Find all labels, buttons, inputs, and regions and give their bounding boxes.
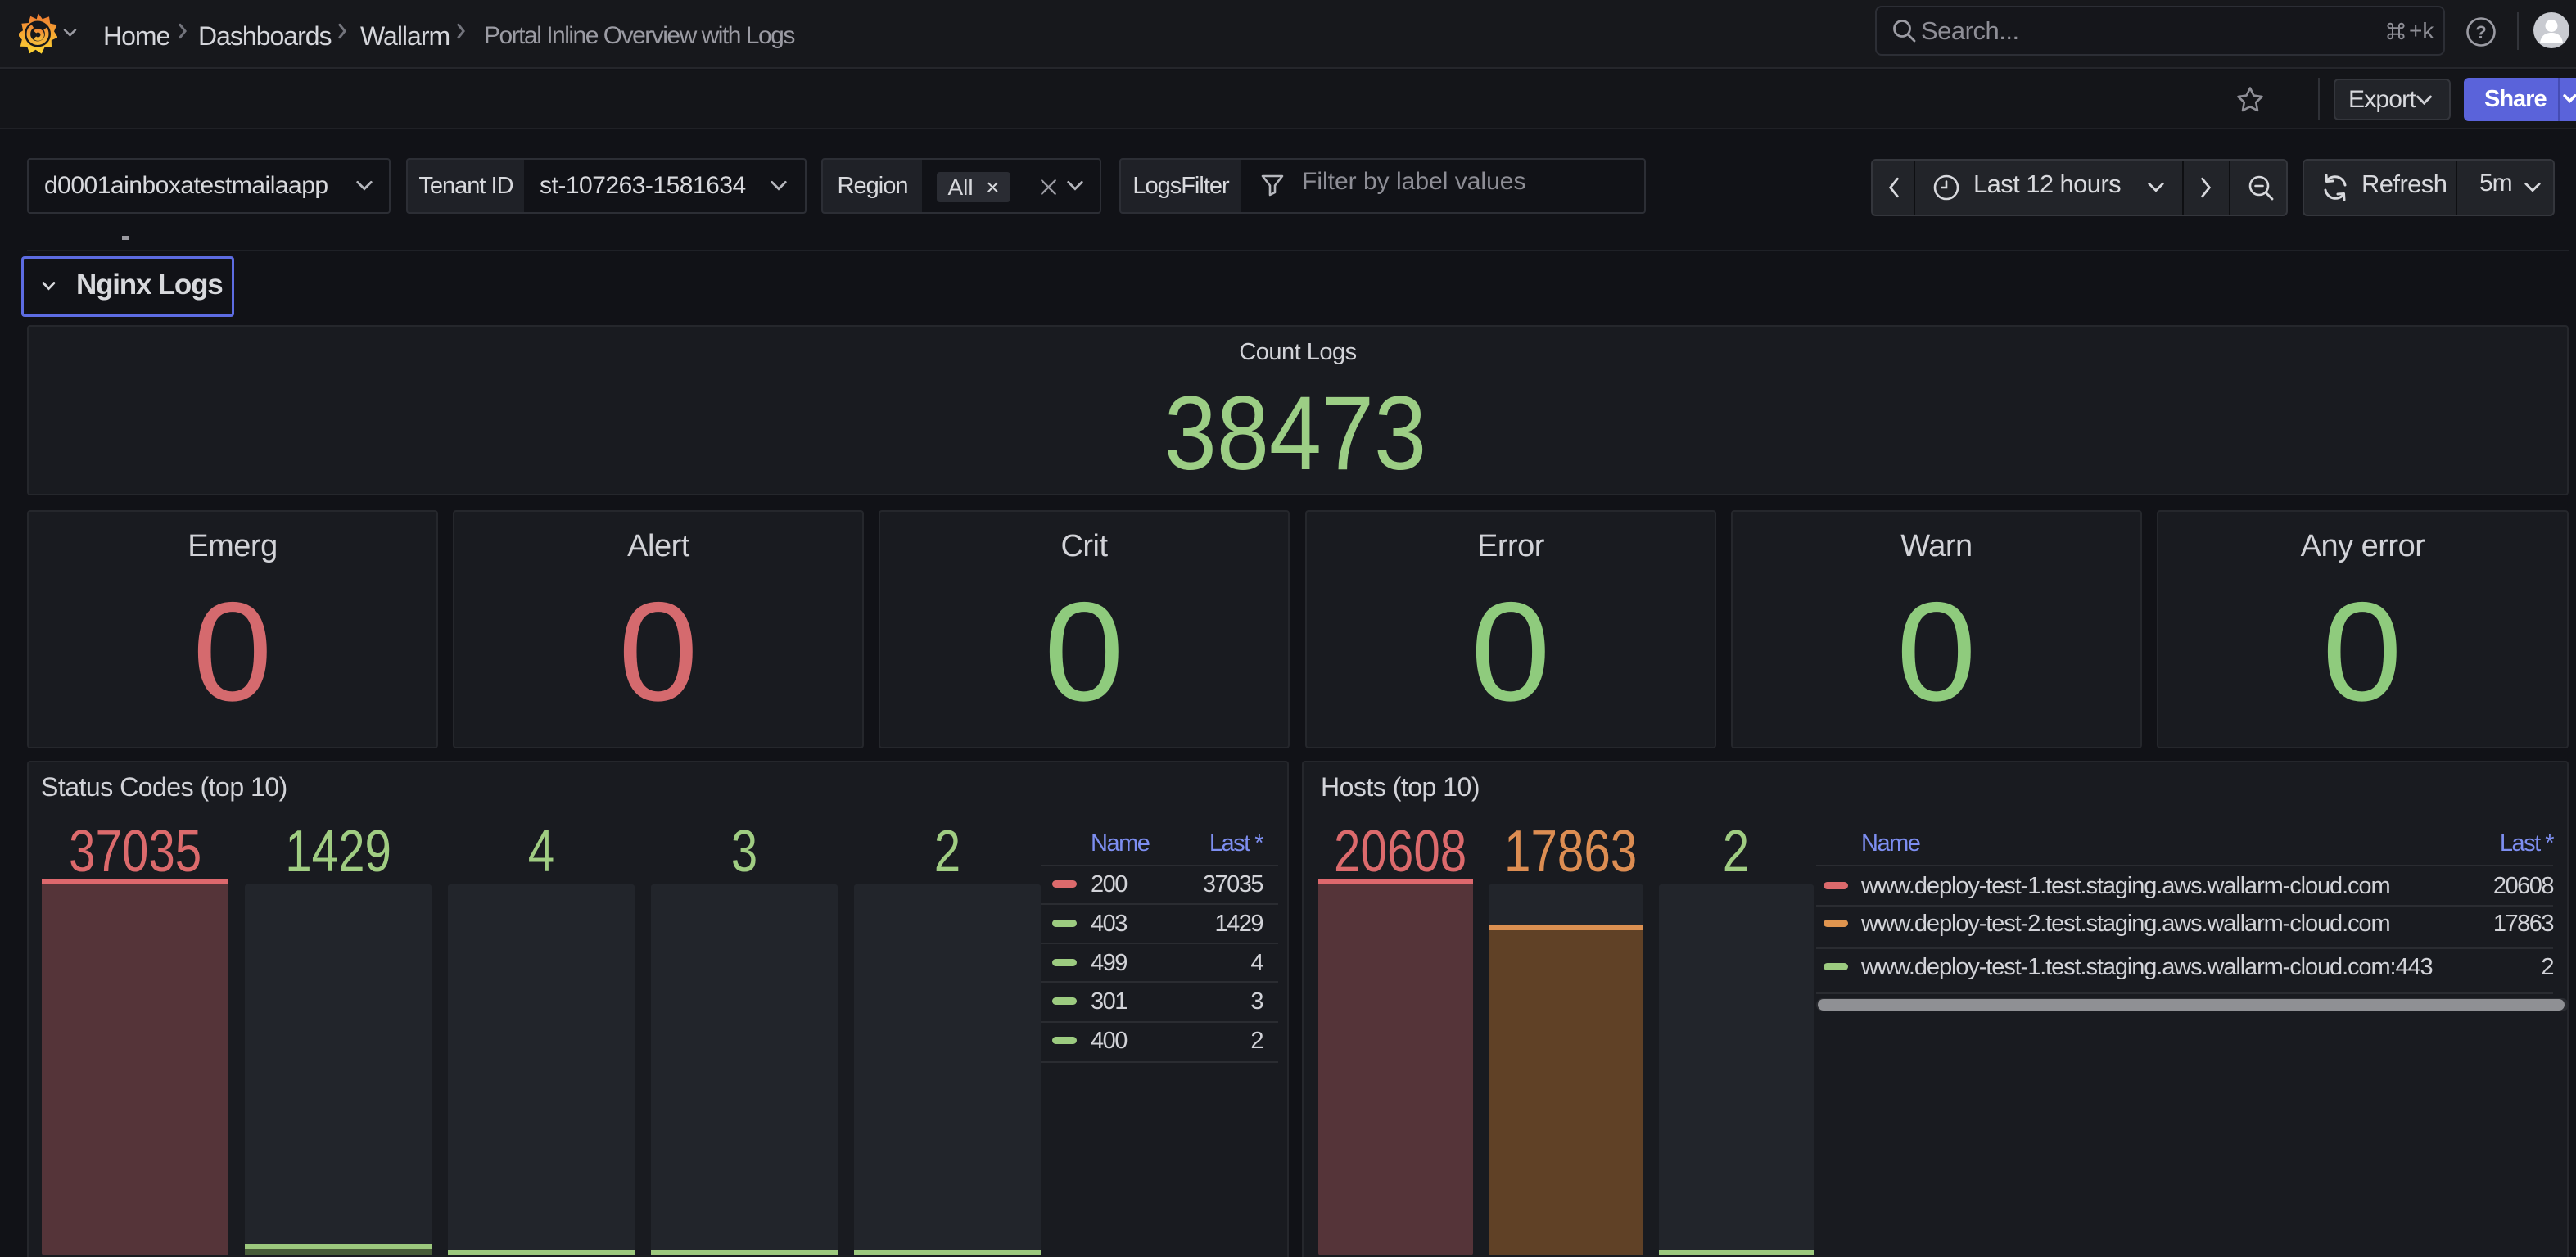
svg-text:?: ? [2475,22,2486,43]
